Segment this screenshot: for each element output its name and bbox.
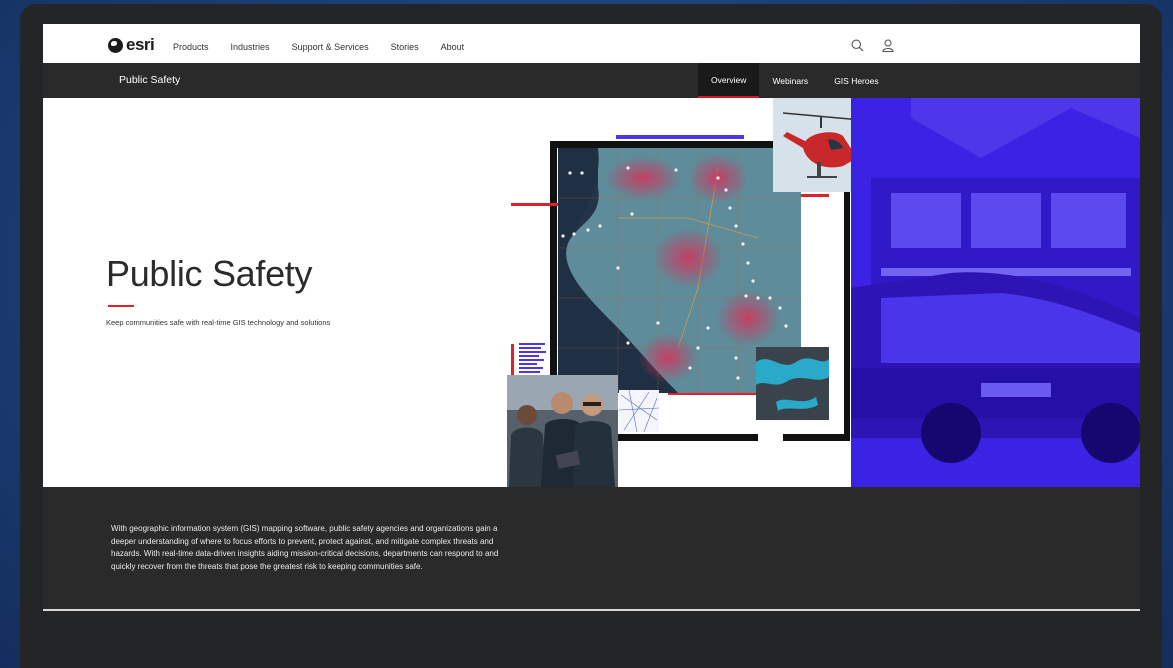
legend-stripes-graphic: [519, 343, 546, 373]
hero-section: Public Safety Keep communities safe with…: [43, 98, 1140, 487]
satellite-image: [756, 347, 829, 420]
collage-frame-bottom-a: [618, 434, 758, 441]
nav-about[interactable]: About: [441, 42, 465, 52]
globe-icon: [108, 37, 123, 53]
nav-support-services[interactable]: Support & Services: [292, 42, 369, 52]
collage-frame-bottom-b: [783, 434, 850, 441]
section-title[interactable]: Public Safety: [119, 74, 180, 86]
user-icon[interactable]: [882, 39, 894, 52]
collage-frame-left: [550, 141, 557, 391]
police-officers-photo: [507, 375, 618, 487]
emergency-vehicles-photo: [851, 98, 1140, 487]
tab-webinars[interactable]: Webinars: [759, 63, 821, 98]
nav-industries[interactable]: Industries: [231, 42, 270, 52]
logo-text: esri: [126, 35, 155, 54]
primary-nav: Products Industries Support & Services S…: [173, 42, 464, 52]
purple-accent-bar: [616, 135, 744, 139]
section-subnav: Public Safety Overview Webinars GIS Hero…: [43, 63, 1140, 98]
browser-viewport: esri Products Industries Support & Servi…: [43, 24, 1140, 611]
top-navigation: esri Products Industries Support & Servi…: [43, 30, 1140, 63]
hero-collage: [43, 98, 1140, 487]
intro-section: With geographic information system (GIS)…: [43, 487, 1140, 611]
nav-products[interactable]: Products: [173, 42, 209, 52]
section-tabs: Overview Webinars GIS Heroes: [698, 63, 892, 98]
route-sketch-image: [618, 389, 660, 433]
tab-gis-heroes[interactable]: GIS Heroes: [821, 63, 891, 98]
nav-icons: [851, 39, 894, 52]
nav-stories[interactable]: Stories: [391, 42, 419, 52]
tab-overview[interactable]: Overview: [698, 63, 760, 98]
search-icon[interactable]: [851, 39, 864, 52]
esri-logo[interactable]: esri: [108, 35, 155, 54]
intro-paragraph: With geographic information system (GIS)…: [111, 524, 499, 571]
section-divider: [43, 609, 1140, 611]
